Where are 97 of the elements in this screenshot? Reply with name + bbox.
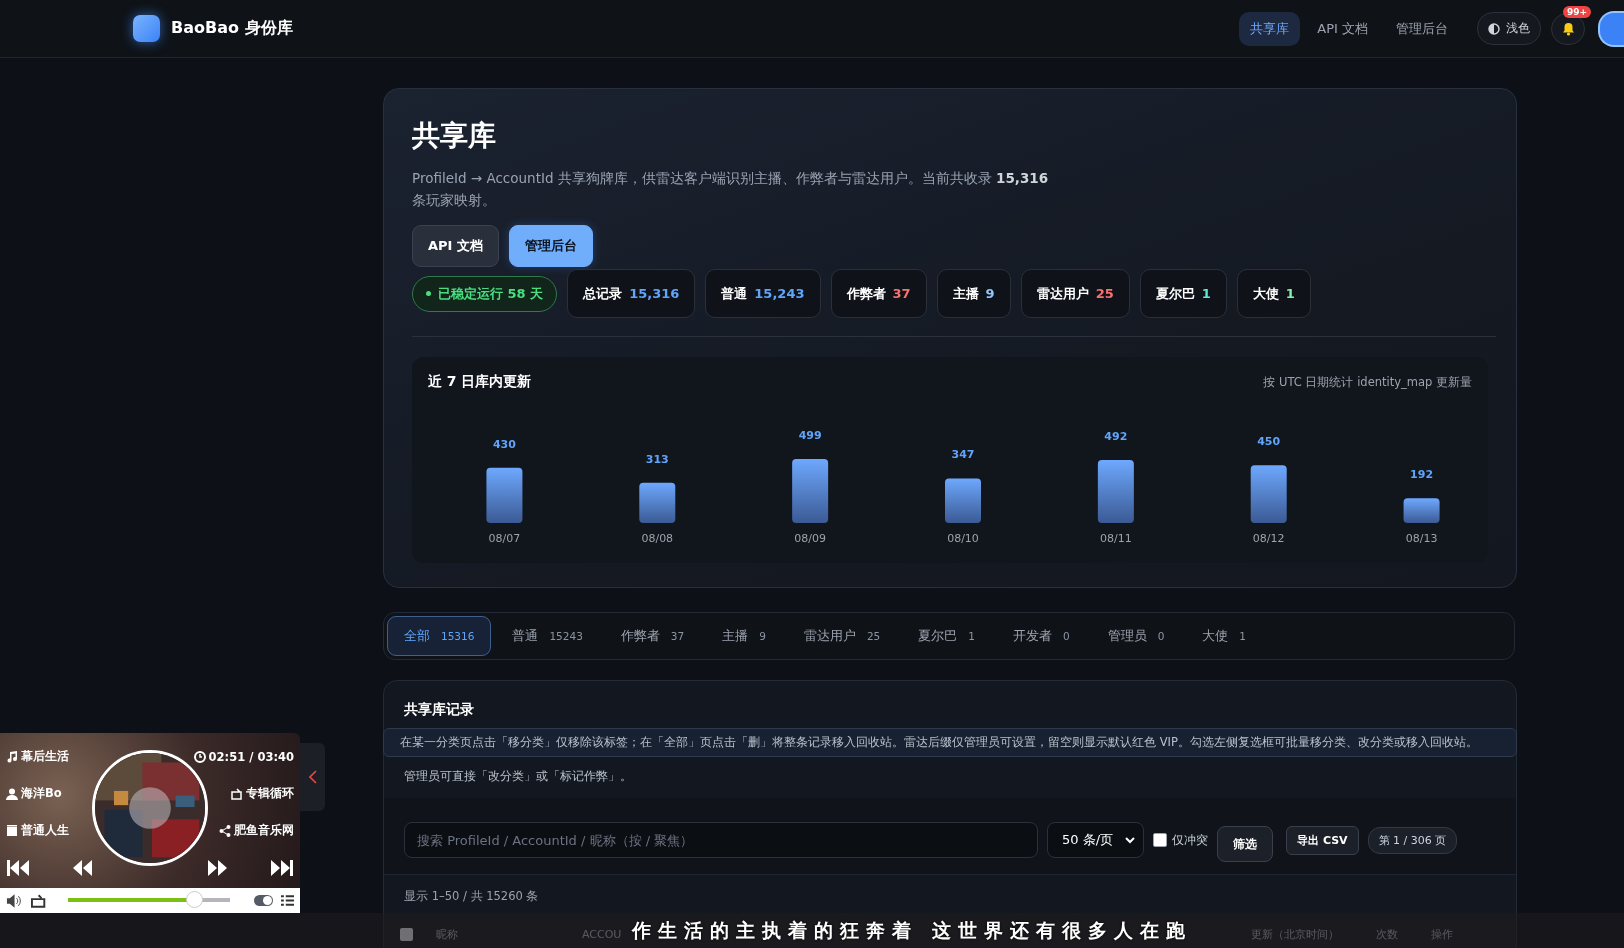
docs-button[interactable]: API 文档 (412, 225, 499, 267)
album-name: 普通人生 (6, 823, 69, 838)
repeat-icon[interactable] (31, 893, 47, 908)
stat-label: 作弊者 (846, 284, 886, 303)
nav-link[interactable]: 管理后台 (1385, 11, 1459, 46)
admin-note: 管理员可直接「改分类」或「标记作弊」。 (403, 768, 633, 785)
axis-label: 08/12 (1252, 532, 1285, 545)
data-label: 450 (1257, 435, 1281, 449)
search-field[interactable]: 搜索 ProfileId / AccountId / 昵称（按 / 聚焦） (404, 822, 1038, 858)
stat-label: 主播 (952, 284, 979, 303)
theme-toggle[interactable]: 浅色 (1477, 12, 1541, 45)
source-link[interactable]: 肥鱼音乐网 (219, 823, 294, 838)
filter-tab[interactable]: 大使 1 (1185, 616, 1263, 656)
chart-bar (1250, 465, 1287, 523)
notice-text: 在某一分类页点击「移分类」仅移除该标签；在「全部」页点击「删」将整条记录移入回收站。雷达后缀仅管理员可设置，留空则显示默认红色 VIP。勾选左侧复选框可批量移分类、改分类或移入回收站。 (383, 728, 1517, 757)
axis-label: 08/13 (1405, 532, 1438, 545)
artist-name: 海洋Bo (6, 786, 62, 801)
nav-link[interactable]: API 文档 (1306, 11, 1379, 46)
filter-tab[interactable]: 作弊者 37 (603, 616, 702, 656)
data-label: 430 (492, 437, 516, 451)
repeat-icon (231, 787, 243, 800)
play-time: 02:51 / 03:40 (193, 749, 294, 764)
filter-tab[interactable]: 主播 9 (705, 616, 783, 656)
filter-tab[interactable]: 管理员 0 (1090, 616, 1182, 656)
playlist-icon[interactable] (280, 894, 294, 907)
song-title: 幕后生活 (6, 749, 69, 764)
filter-tab[interactable]: 全部 15316 (387, 616, 492, 656)
stat-value: 1 (1285, 286, 1295, 301)
skip-forward-icon[interactable] (270, 859, 294, 877)
axis-label: 08/07 (488, 532, 521, 545)
chart-title: 近 7 日库内更新 (428, 373, 532, 391)
rewind-icon[interactable] (71, 859, 95, 877)
chart-bar (1097, 459, 1134, 523)
stat-value: 15,243 (754, 286, 805, 301)
section-title: 共享库记录 (404, 701, 475, 719)
filter-tab[interactable]: 开发者 0 (995, 616, 1087, 656)
chart-bar (945, 478, 981, 523)
avatar[interactable] (1598, 10, 1624, 47)
data-label: 192 (1410, 468, 1434, 482)
contrast-icon (1488, 22, 1500, 35)
filter-button[interactable]: 筛选 (1217, 826, 1274, 862)
stat-label: 普通 (721, 284, 748, 303)
stat-label: 雷达用户 (1036, 284, 1089, 303)
logo-icon (133, 15, 160, 42)
chevron-icon (1125, 836, 1136, 844)
checkbox-label: 仅冲突 (1172, 831, 1209, 849)
page-title: 共享库 (412, 118, 497, 154)
clock-icon (193, 750, 206, 763)
axis-label: 08/09 (794, 532, 826, 545)
stat-label: 大使 (1252, 284, 1279, 303)
nav-link[interactable]: 共享库 (1239, 11, 1301, 46)
lyrics-text: 作生活的主执着的狂奔着 这世界还有很多人在跑 (632, 918, 1192, 943)
brand-name: BaoBao 身份库 (171, 18, 293, 39)
chart-bar (486, 467, 523, 523)
bell-icon (1561, 21, 1575, 36)
music-note-icon (6, 750, 18, 763)
axis-label: 08/08 (641, 532, 674, 545)
notification-badge: 99+ (1562, 5, 1591, 18)
share-icon (219, 824, 231, 837)
chart-note: 按 UTC 日期统计 identity_map 更新量 (1263, 374, 1472, 390)
chart-bar (792, 459, 829, 523)
stat-value: 25 (1095, 286, 1114, 301)
stat-value: 1 (1201, 286, 1211, 301)
page-indicator: 第 1 / 306 页 (1367, 826, 1458, 854)
data-label: 499 (798, 429, 822, 442)
uptime-badge: 已稳定运行 58 天 (412, 275, 558, 312)
stat-value: 37 (892, 286, 911, 301)
loop-mode[interactable]: 专辑循环 (231, 786, 294, 801)
admin-button[interactable]: 管理后台 (508, 225, 593, 267)
column-header: ACCOU (582, 928, 622, 941)
axis-label: 08/11 (1100, 532, 1132, 545)
page-description: ProfileId → AccountId 共享狗牌库，供雷达客户端识别主播、作弊者与雷达用户。当前共收录 15,316 条玩家映射。 (412, 169, 1050, 210)
stat-label: 夏尔巴 (1155, 284, 1195, 303)
album-icon (6, 824, 18, 837)
axis-label: 08/10 (947, 532, 979, 545)
data-label: 492 (1104, 429, 1128, 443)
speaker-icon[interactable] (6, 893, 24, 908)
person-icon (6, 787, 18, 800)
stat-label: 总记录 (583, 284, 623, 303)
filter-tab[interactable]: 夏尔巴 1 (901, 616, 992, 656)
filter-tab[interactable]: 普通 15243 (495, 616, 600, 656)
fast-forward-icon[interactable] (205, 859, 229, 877)
chevron-left-icon (308, 770, 317, 784)
toggle-switch[interactable] (253, 895, 273, 906)
page-size-select[interactable]: 50 条/页 (1047, 822, 1145, 858)
column-header: 次数 (1376, 927, 1398, 942)
stat-value: 9 (985, 286, 995, 301)
select-all-checkbox[interactable] (400, 928, 413, 941)
stat-value: 15,316 (629, 286, 680, 301)
data-label: 313 (645, 452, 669, 466)
filter-tab[interactable]: 雷达用户 25 (786, 616, 898, 656)
chart-bar (639, 482, 676, 523)
skip-back-icon[interactable] (6, 859, 30, 877)
data-label: 347 (951, 448, 975, 462)
export-button[interactable]: 导出 CSV (1286, 825, 1359, 855)
chart-bar (1403, 498, 1440, 523)
checkbox[interactable] (1153, 833, 1168, 847)
